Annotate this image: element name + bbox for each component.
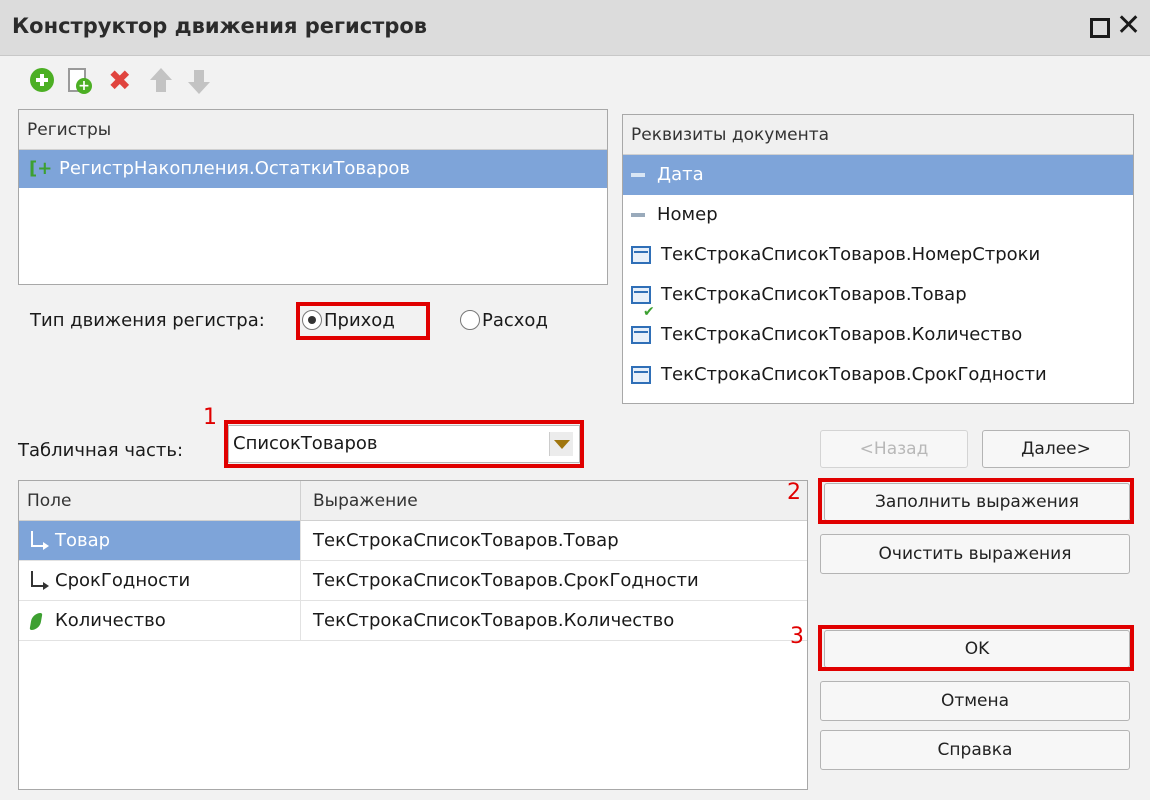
cancel-button[interactable]: Отмена (820, 681, 1130, 721)
registers-header: Регистры (19, 110, 607, 150)
field-expression[interactable]: ТекСтрокаСписокТоваров.СрокГодности (301, 561, 807, 600)
annotation-marker-2: 2 (787, 480, 801, 505)
resource-icon (27, 611, 55, 631)
radio-expense[interactable]: Расход (460, 307, 548, 335)
field-expression[interactable]: ТекСтрокаСписокТоваров.Количество (301, 601, 807, 640)
prop-item-label: ТекСтрокаСписокТоваров.Товар (661, 284, 967, 305)
move-down-icon[interactable] (184, 66, 214, 96)
register-item[interactable]: [+ РегистрНакопления.ОстаткиТоваров (19, 150, 607, 188)
field-name: Товар (55, 530, 111, 551)
prop-item-label: Дата (657, 164, 704, 185)
prop-item-label: ТекСтрокаСписокТоваров.СрокГодности (661, 364, 1047, 385)
column-header-expression: Выражение (313, 491, 418, 511)
radio-expense-label: Расход (482, 310, 548, 331)
prop-item[interactable]: ТекСтрокаСписокТоваров.НомерСтроки (623, 235, 1133, 275)
register-item-label: РегистрНакопления.ОстаткиТоваров (59, 158, 411, 179)
highlight-box-fill (818, 478, 1134, 524)
column-header-field: Поле (19, 481, 301, 520)
registers-list: Регистры [+ РегистрНакопления.ОстаткиТова… (18, 109, 608, 285)
table-row[interactable]: Товар ТекСтрокаСписокТоваров.Товар (19, 521, 807, 561)
clear-expressions-button[interactable]: Очистить выражения (820, 534, 1130, 574)
highlight-box-ok (818, 625, 1134, 671)
table-row[interactable]: Количество ТекСтрокаСписокТоваров.Количе… (19, 601, 807, 641)
fields-table: Поле Выражение Товар ТекСтрокаСписокТова… (18, 480, 808, 790)
tabular-part-label: Табличная часть: (18, 440, 184, 461)
dimension-icon (27, 531, 55, 551)
prop-item-label: ТекСтрокаСписокТоваров.НомерСтроки (661, 244, 1041, 265)
table-icon (631, 244, 661, 266)
highlight-box-tabular (224, 420, 584, 468)
close-icon[interactable]: ✕ (1116, 11, 1142, 41)
annotation-marker-1: 1 (203, 405, 217, 430)
highlight-box-income (296, 302, 430, 340)
back-button[interactable]: <Назад (820, 430, 968, 468)
document-props-list: Реквизиты документа Дата Номер ТекСтрока… (622, 114, 1134, 404)
delete-icon[interactable]: ✖ (108, 66, 138, 96)
prop-item[interactable]: Дата (623, 155, 1133, 195)
register-plus-icon: [+ (29, 158, 53, 179)
radio-unchecked-icon (460, 310, 480, 330)
table-icon (631, 364, 661, 386)
move-up-icon[interactable] (146, 66, 176, 96)
dimension-icon (27, 571, 55, 591)
field-name: СрокГодности (55, 570, 191, 591)
field-name: Количество (55, 610, 166, 631)
help-button[interactable]: Справка (820, 730, 1130, 770)
prop-item[interactable]: Номер (623, 195, 1133, 235)
prop-item-label: Номер (657, 204, 718, 225)
prop-item[interactable]: ТекСтрокаСписокТоваров.Количество (623, 315, 1133, 355)
prop-item[interactable]: ТекСтрокаСписокТоваров.СрокГодности (623, 355, 1133, 395)
window-title: Конструктор движения регистров (12, 14, 428, 38)
annotation-marker-3: 3 (790, 624, 804, 649)
table-header: Поле Выражение (19, 481, 807, 521)
maximize-icon[interactable] (1090, 18, 1110, 38)
title-bar: Конструктор движения регистров ✕ (0, 0, 1150, 56)
prop-item[interactable]: ✔ ТекСтрокаСписокТоваров.Товар (623, 275, 1133, 320)
prop-item-label: ТекСтрокаСписокТоваров.Количество (661, 324, 1023, 345)
document-props-header: Реквизиты документа (623, 115, 1133, 155)
movement-type-label: Тип движения регистра: (30, 310, 265, 331)
add-icon[interactable] (28, 66, 58, 96)
attribute-icon (631, 155, 657, 195)
attribute-icon (631, 195, 657, 235)
table-check-icon: ✔ (631, 284, 661, 320)
copy-icon[interactable]: + (64, 66, 94, 96)
table-icon (631, 324, 661, 346)
table-row[interactable]: СрокГодности ТекСтрокаСписокТоваров.Срок… (19, 561, 807, 601)
next-button[interactable]: Далее> (982, 430, 1130, 468)
field-expression[interactable]: ТекСтрокаСписокТоваров.Товар (301, 521, 807, 560)
